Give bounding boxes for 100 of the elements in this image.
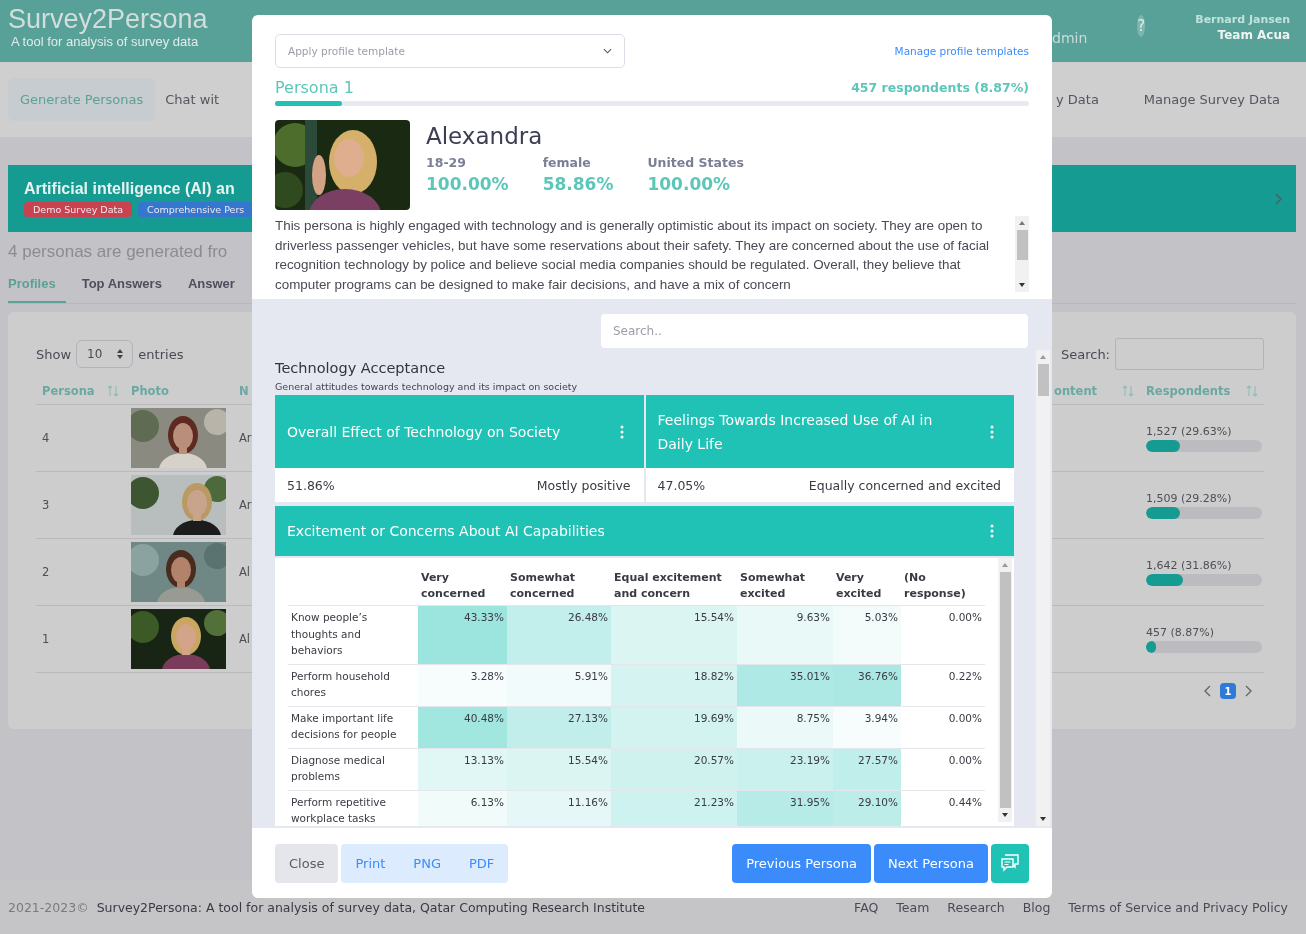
table-cell: 1: [42, 632, 50, 646]
more-icon[interactable]: [990, 424, 994, 439]
column-header[interactable]: ontent: [1054, 384, 1098, 398]
table-cell: Ar: [239, 498, 252, 512]
previous-persona-button[interactable]: Previous Persona: [732, 843, 871, 883]
stat-value: 100.00%: [647, 174, 732, 194]
survey-tag: Demo Survey Data: [24, 202, 132, 217]
persona-description: This persona is highly engaged with technology and is generally optimistic about its impact on society. They are open to driverless passenger vehicles, but have some reservations about their safety. They are concerned about the use of facial recognition technology by police and believe social media companies should be regulated. Overall, they believe that computer programs can be designed to make fair decisions, and have a mix of concern: [275, 217, 991, 292]
question-title: Overall Effect of Technology on Society: [287, 422, 561, 442]
column-header[interactable]: N: [239, 384, 249, 398]
scroll-up-icon[interactable]: [1039, 354, 1047, 360]
table-cell: Al: [239, 565, 251, 579]
tab[interactable]: Top Answers: [81, 268, 172, 303]
export-button[interactable]: PDF: [454, 843, 509, 883]
footer-link[interactable]: Terms of Service and Privacy Policy: [1068, 899, 1288, 915]
sort-icon[interactable]: [107, 385, 119, 397]
tab[interactable]: Profiles: [8, 268, 66, 303]
stat-value: 58.86%: [542, 174, 614, 194]
footer-link[interactable]: Team: [896, 899, 930, 915]
column-header[interactable]: Photo: [131, 384, 169, 398]
table-cell-text: 457 (8.87%): [1146, 625, 1216, 639]
answer-text: Equally concerned and excited: [808, 477, 1001, 493]
column-header: Very concerned: [418, 562, 507, 606]
scroll-down-icon[interactable]: [1001, 812, 1009, 818]
table-cell: 29.10%: [833, 790, 901, 826]
table-cell: 5.91%: [507, 664, 611, 706]
stat-value: 100.00%: [426, 174, 509, 194]
stat-label: 18-29: [426, 155, 467, 170]
footer-link[interactable]: Blog: [1022, 899, 1051, 915]
scroll-up-icon[interactable]: [1001, 562, 1009, 568]
scrollbar-thumb[interactable]: [1016, 230, 1028, 260]
table-cell-text: 1,642 (31.86%): [1146, 558, 1233, 572]
table-cell: 0.44%: [901, 790, 985, 826]
scroll-down-icon[interactable]: [1039, 816, 1047, 822]
nav-tab[interactable]: Chat wit: [165, 78, 220, 121]
chevron-right-icon[interactable]: [1274, 192, 1282, 205]
nav-tab[interactable]: y Data: [1056, 78, 1099, 121]
table-cell: 43.33%: [418, 605, 507, 664]
scrollbar-thumb[interactable]: [1037, 364, 1049, 396]
sort-icon[interactable]: [1246, 385, 1258, 397]
column-header: Very excited: [833, 562, 901, 606]
table-cell: 15.54%: [507, 748, 611, 790]
help-icon[interactable]: ?: [1137, 15, 1146, 37]
persona-name: Alexandra: [426, 123, 544, 149]
column-header: Equal excitement and concern: [611, 562, 737, 606]
nav-tab[interactable]: Manage Survey Data: [1143, 78, 1280, 121]
tagline: A tool for analysis of survey data: [10, 34, 200, 49]
team-name: Team Acua: [1217, 27, 1291, 42]
answer-share: 51.86%: [287, 477, 335, 493]
section-title: Technology Acceptance: [275, 360, 447, 376]
manage-templates-link[interactable]: Manage profile templates: [894, 45, 1029, 57]
footer-link[interactable]: Research: [947, 899, 1005, 915]
template-select[interactable]: Apply profile template: [275, 34, 625, 68]
tab[interactable]: Answer: [187, 268, 245, 303]
copyright-text: 2021-2023©: [8, 899, 89, 915]
question-title: Feelings Towards Increased Use of AI in Daily Life: [657, 410, 934, 454]
table-cell: 2: [42, 565, 50, 579]
table-cell: 35.01%: [737, 664, 833, 706]
table-cell: 3.94%: [833, 706, 901, 748]
scrollbar[interactable]: [1015, 216, 1029, 292]
export-button[interactable]: PNG: [399, 843, 455, 883]
table-cell: Ar: [239, 431, 252, 445]
scrollbar-thumb[interactable]: [999, 572, 1011, 808]
table-cell: 0.22%: [901, 664, 985, 706]
more-icon[interactable]: [990, 524, 994, 538]
table-cell-text: 1,527 (29.63%): [1146, 424, 1233, 438]
menu-item[interactable]: dmin: [1052, 30, 1088, 46]
scrollbar[interactable]: [1036, 350, 1050, 826]
next-persona-button[interactable]: Next Persona: [873, 843, 988, 883]
scrollbar[interactable]: [998, 558, 1012, 822]
search-field[interactable]: [1115, 338, 1264, 370]
page-button[interactable]: 1: [1220, 683, 1236, 699]
table-cell: 9.63%: [737, 605, 833, 664]
sort-icon[interactable]: [1122, 385, 1134, 397]
user-name: Bernard Jansen: [1195, 12, 1291, 26]
scroll-up-icon[interactable]: [1018, 220, 1026, 226]
column-header[interactable]: Respondents: [1146, 384, 1231, 398]
table-cell: 11.16%: [507, 790, 611, 826]
footer-link[interactable]: FAQ: [854, 899, 879, 915]
table-cell: 4: [42, 431, 50, 445]
chevron-right-icon[interactable]: [1244, 685, 1252, 697]
export-button[interactable]: Print: [341, 843, 400, 883]
search-field[interactable]: Search..: [601, 314, 1028, 348]
show-label: Show: [36, 346, 72, 362]
entries-select[interactable]: 10: [76, 340, 134, 368]
scroll-down-icon[interactable]: [1018, 282, 1026, 288]
more-icon[interactable]: [619, 424, 624, 439]
chat-button[interactable]: [991, 843, 1029, 883]
close-button[interactable]: Close: [275, 843, 339, 883]
table-cell: 5.03%: [833, 605, 901, 664]
summary-text: 4 personas are generated fro: [8, 242, 228, 262]
table-cell: 0.00%: [901, 748, 985, 790]
chevron-left-icon[interactable]: [1204, 685, 1212, 697]
survey-tag: Comprehensive Pers: [138, 202, 254, 217]
table-cell: 36.76%: [833, 664, 901, 706]
table-cell: 23.19%: [737, 748, 833, 790]
table-cell: 6.13%: [418, 790, 507, 826]
nav-tab[interactable]: Generate Personas: [8, 78, 156, 121]
persona-label: Persona 1: [275, 77, 354, 97]
column-header[interactable]: Persona: [42, 384, 95, 398]
